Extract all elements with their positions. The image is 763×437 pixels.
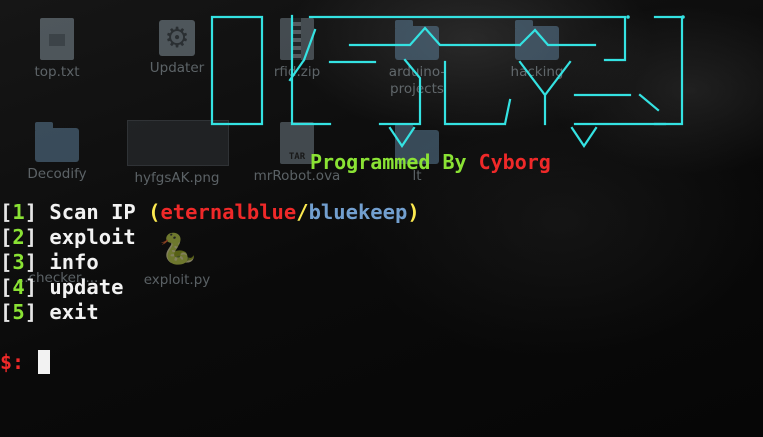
credit-author: Cyborg [478,150,551,174]
terminal-prompt[interactable]: $: [0,350,51,375]
menu-number: 5 [12,300,25,324]
menu-label: exploit [49,225,136,249]
author-credit: Programmed By Cyborg [310,150,551,174]
menu-item-scan-ip: [1] Scan IP (eternalblue/bluekeep) [0,200,420,224]
desktop-icon-label: hyfgsAK.png [134,170,220,186]
text-cursor[interactable] [38,350,51,374]
menu-label: exit [49,300,99,324]
menu-number: 2 [12,225,25,249]
ascii-art-banner [210,14,685,148]
credit-prefix: Programmed By [310,150,479,174]
menu-item-update: [4] update [0,275,124,299]
menu-item-exit: [5] exit [0,300,99,324]
main-menu: [1] Scan IP (eternalblue/bluekeep) [2] e… [0,200,420,325]
prompt-symbol: $: [0,350,25,374]
menu-label: update [49,275,124,299]
menu-label: Scan IP [49,200,149,224]
menu-number: 4 [12,275,25,299]
menu-item-info: [3] info [0,250,99,274]
menu-number: 3 [12,250,25,274]
desktop-icon-label: Decodify [27,166,87,182]
paren-close: ) [407,200,420,224]
menu-number: 1 [12,200,25,224]
menu-item-exploit: [2] exploit [0,225,136,249]
menu-label: info [49,250,99,274]
option-bluekeep: bluekeep [308,200,408,224]
option-separator: / [296,200,309,224]
option-eternalblue: eternalblue [160,200,297,224]
paren-open: ( [148,200,161,224]
